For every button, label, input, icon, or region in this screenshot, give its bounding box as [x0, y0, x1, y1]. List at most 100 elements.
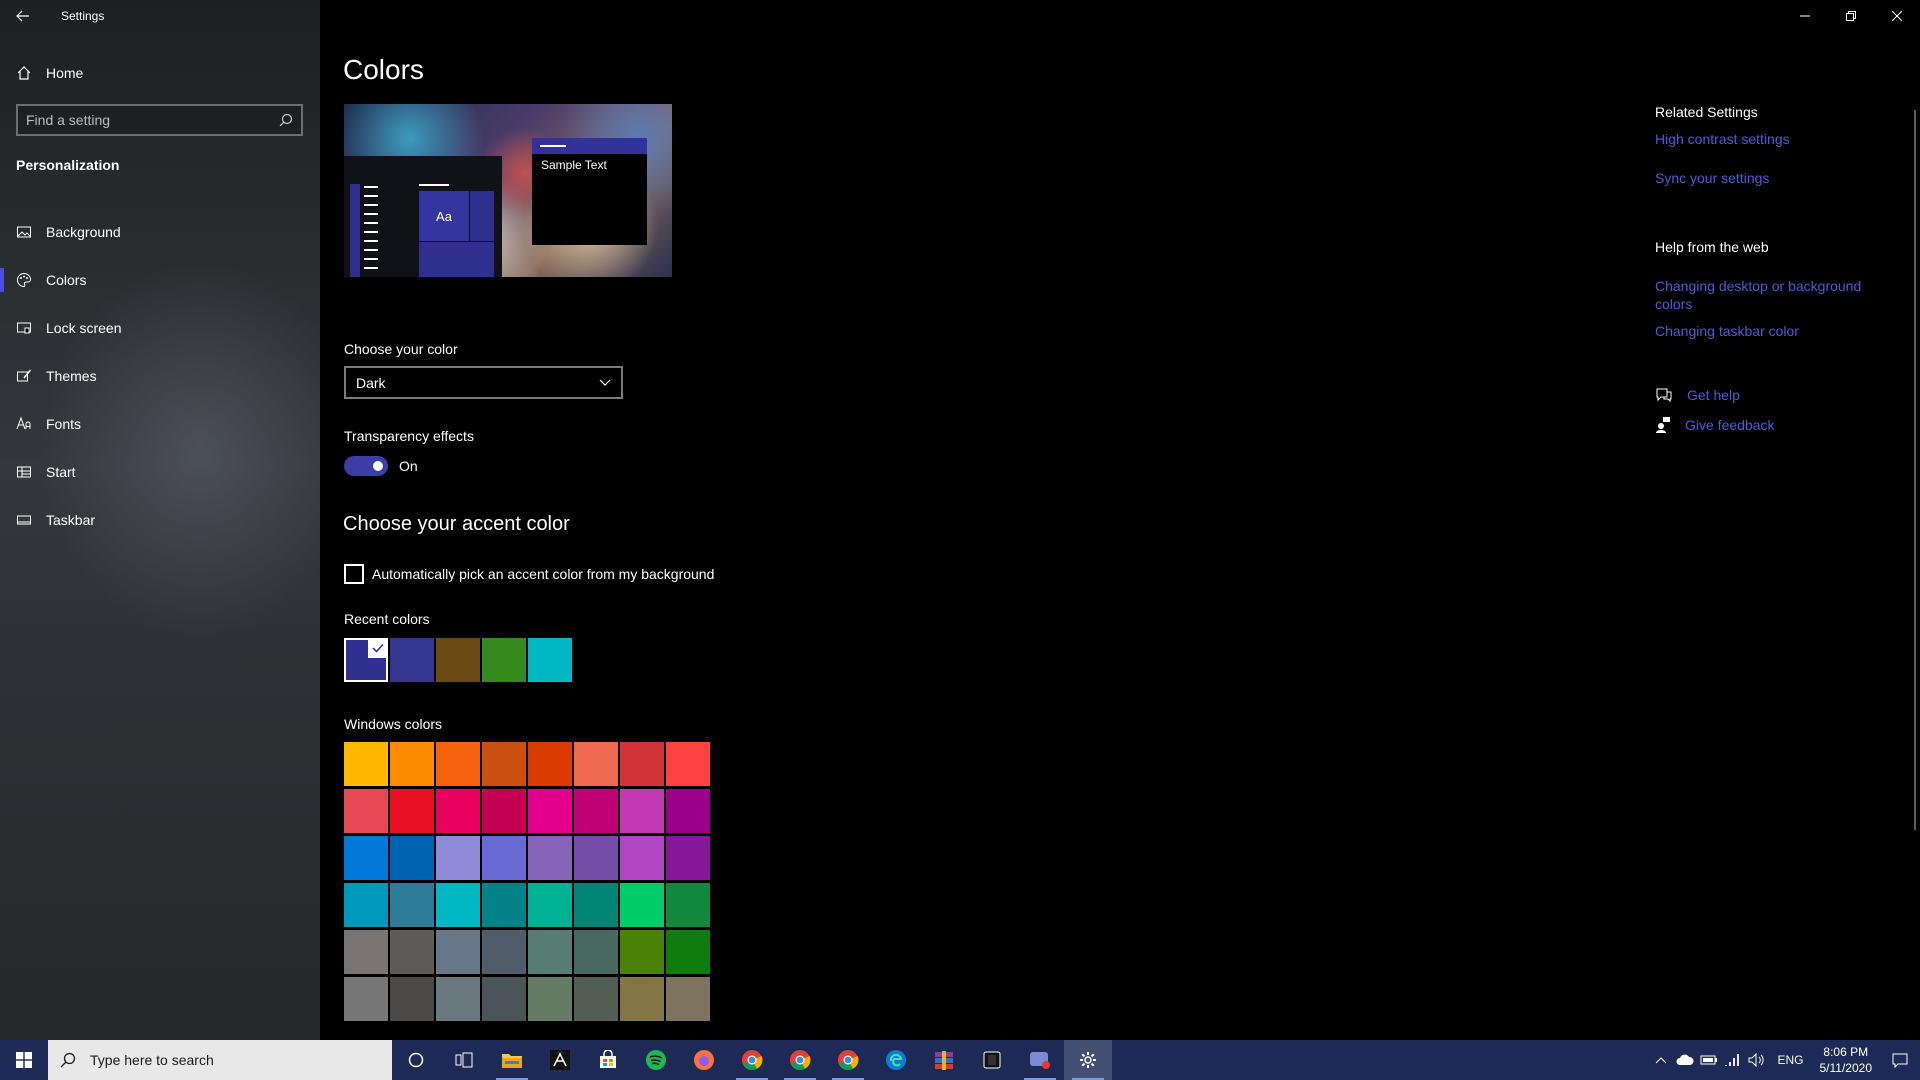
action-center-button[interactable] — [1880, 1040, 1920, 1080]
nav-item-background[interactable]: Background — [0, 208, 320, 256]
battery-button[interactable] — [1697, 1040, 1721, 1080]
get-help-row[interactable]: Get help — [1655, 386, 1895, 404]
recent-color-swatch[interactable] — [344, 638, 388, 682]
windows-color-swatch[interactable] — [620, 742, 664, 786]
link-taskbar-color[interactable]: Changing taskbar color — [1655, 322, 1895, 340]
windows-color-swatch[interactable] — [482, 836, 526, 880]
give-feedback-link[interactable]: Give feedback — [1685, 416, 1775, 434]
show-hidden-icons-button[interactable] — [1649, 1040, 1673, 1080]
windows-color-swatch[interactable] — [390, 977, 434, 1021]
chrome-app-2[interactable] — [776, 1040, 824, 1080]
windows-color-swatch[interactable] — [482, 977, 526, 1021]
clock[interactable]: 8:06 PM 5/11/2020 — [1820, 1044, 1873, 1076]
windows-color-swatch[interactable] — [620, 883, 664, 927]
windows-color-swatch[interactable] — [620, 977, 664, 1021]
chrome-app-3[interactable] — [824, 1040, 872, 1080]
edge-app[interactable] — [872, 1040, 920, 1080]
firefox-app[interactable] — [680, 1040, 728, 1080]
windows-color-swatch[interactable] — [344, 836, 388, 880]
settings-app[interactable] — [1064, 1040, 1112, 1080]
nav-item-lock-screen[interactable]: Lock screen — [0, 304, 320, 352]
back-button[interactable] — [0, 0, 46, 32]
link-desktop-background-colors[interactable]: Changing desktop or background colors — [1655, 277, 1895, 313]
windows-color-swatch[interactable] — [344, 977, 388, 1021]
windows-color-swatch[interactable] — [390, 742, 434, 786]
windows-color-swatch[interactable] — [528, 977, 572, 1021]
windows-color-swatch[interactable] — [528, 789, 572, 833]
store-app[interactable] — [584, 1040, 632, 1080]
windows-color-swatch[interactable] — [436, 789, 480, 833]
windows-color-swatch[interactable] — [528, 742, 572, 786]
windows-color-swatch[interactable] — [344, 789, 388, 833]
windows-color-swatch[interactable] — [390, 930, 434, 974]
windows-color-swatch[interactable] — [344, 742, 388, 786]
file-explorer-app[interactable] — [488, 1040, 536, 1080]
give-feedback-row[interactable]: Give feedback — [1655, 416, 1895, 434]
windows-color-swatch[interactable] — [436, 977, 480, 1021]
nav-home[interactable]: Home — [0, 57, 320, 89]
windows-color-swatch[interactable] — [344, 930, 388, 974]
language-indicator[interactable]: ENG — [1777, 1053, 1803, 1067]
windows-color-swatch[interactable] — [666, 836, 710, 880]
windows-color-swatch[interactable] — [620, 789, 664, 833]
scrollbar[interactable] — [1914, 110, 1916, 830]
task-view-button[interactable] — [440, 1040, 488, 1080]
nav-item-fonts[interactable]: Fonts — [0, 400, 320, 448]
windows-color-swatch[interactable] — [574, 930, 618, 974]
cortana-button[interactable] — [392, 1040, 440, 1080]
screen-recorder-app[interactable] — [1016, 1040, 1064, 1080]
windows-color-swatch[interactable] — [528, 836, 572, 880]
recent-color-swatch[interactable] — [390, 638, 434, 682]
nav-item-colors[interactable]: Colors — [0, 256, 320, 304]
windows-color-swatch[interactable] — [574, 836, 618, 880]
acrobat-app[interactable] — [536, 1040, 584, 1080]
close-button[interactable] — [1874, 0, 1920, 32]
recent-color-swatch[interactable] — [482, 638, 526, 682]
windows-color-swatch[interactable] — [436, 742, 480, 786]
windows-color-swatch[interactable] — [666, 930, 710, 974]
transparency-toggle[interactable] — [344, 456, 388, 476]
windows-color-swatch[interactable] — [482, 789, 526, 833]
find-setting-search[interactable] — [16, 104, 303, 136]
windows-color-swatch[interactable] — [666, 789, 710, 833]
windows-color-swatch[interactable] — [390, 789, 434, 833]
choose-color-dropdown[interactable]: Dark — [344, 366, 623, 399]
minimize-button[interactable] — [1782, 0, 1828, 32]
windows-color-swatch[interactable] — [666, 742, 710, 786]
windows-color-swatch[interactable] — [436, 930, 480, 974]
link-sync-settings[interactable]: Sync your settings — [1655, 169, 1895, 187]
windows-color-swatch[interactable] — [436, 836, 480, 880]
chrome-app-1[interactable] — [728, 1040, 776, 1080]
start-button[interactable] — [0, 1040, 48, 1080]
auto-accent-row[interactable]: Automatically pick an accent color from … — [344, 564, 714, 584]
windows-color-swatch[interactable] — [344, 883, 388, 927]
windows-color-swatch[interactable] — [436, 883, 480, 927]
winrar-app[interactable] — [920, 1040, 968, 1080]
onedrive-button[interactable] — [1673, 1040, 1697, 1080]
terminal-app[interactable] — [968, 1040, 1016, 1080]
nav-item-themes[interactable]: Themes — [0, 352, 320, 400]
network-button[interactable] — [1721, 1040, 1745, 1080]
taskbar-search[interactable]: Type here to search — [48, 1040, 392, 1080]
get-help-link[interactable]: Get help — [1687, 386, 1740, 404]
windows-color-swatch[interactable] — [620, 836, 664, 880]
windows-color-swatch[interactable] — [390, 883, 434, 927]
windows-color-swatch[interactable] — [482, 742, 526, 786]
windows-color-swatch[interactable] — [666, 977, 710, 1021]
auto-accent-checkbox[interactable] — [344, 564, 364, 584]
windows-color-swatch[interactable] — [574, 883, 618, 927]
restore-button[interactable] — [1828, 0, 1874, 32]
find-setting-input[interactable] — [26, 112, 279, 128]
windows-color-swatch[interactable] — [528, 930, 572, 974]
windows-color-swatch[interactable] — [620, 930, 664, 974]
windows-color-swatch[interactable] — [574, 789, 618, 833]
nav-item-start[interactable]: Start — [0, 448, 320, 496]
link-high-contrast[interactable]: High contrast settings — [1655, 130, 1895, 148]
spotify-app[interactable] — [632, 1040, 680, 1080]
windows-color-swatch[interactable] — [390, 836, 434, 880]
windows-color-swatch[interactable] — [482, 930, 526, 974]
volume-button[interactable] — [1745, 1040, 1769, 1080]
windows-color-swatch[interactable] — [574, 742, 618, 786]
recent-color-swatch[interactable] — [528, 638, 572, 682]
windows-color-swatch[interactable] — [574, 977, 618, 1021]
